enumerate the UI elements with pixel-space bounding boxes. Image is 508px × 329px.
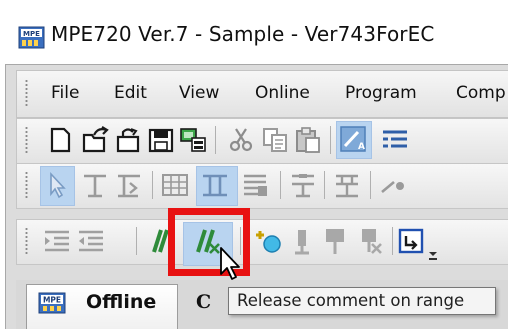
window-title: MPE720 Ver.7 - Sample - Ver743ForEC [51, 22, 435, 46]
register-icon [244, 174, 267, 196]
svg-text:MPE: MPE [23, 30, 40, 38]
cut-icon [229, 128, 253, 152]
indent-icon [45, 230, 69, 252]
toolbar-separator [136, 227, 137, 255]
outdent-icon [79, 230, 103, 252]
select-pointer-icon[interactable] [42, 170, 72, 200]
vertical-line-icon [336, 174, 358, 198]
add-element-icon[interactable] [252, 226, 282, 256]
toolbar-separator [152, 171, 153, 199]
coil-icon[interactable] [200, 170, 230, 200]
toolbar-separator [215, 126, 216, 154]
branch-icon [292, 174, 314, 198]
find-replace-icon[interactable]: A [338, 124, 368, 154]
open-project-icon[interactable] [114, 125, 144, 155]
save-icon[interactable] [146, 125, 176, 155]
toolbar-separator [280, 171, 281, 199]
menu-bar-grip[interactable] [25, 79, 28, 107]
open-icon[interactable] [80, 125, 110, 155]
delete-icon [362, 229, 382, 254]
tab-offline-label: Offline [86, 291, 157, 313]
menu-compile[interactable]: Comp [456, 83, 506, 103]
svg-text:A: A [358, 142, 365, 152]
pin-icon [326, 229, 344, 254]
contact-add-icon [118, 174, 140, 198]
menu-program[interactable]: Program [345, 83, 417, 103]
connector-icon [295, 230, 309, 255]
toolbar-separator [392, 227, 393, 255]
menu-view[interactable]: View [179, 83, 219, 103]
connect-icon[interactable] [178, 125, 208, 155]
mouse-cursor-icon [220, 247, 240, 280]
toolbar-separator [370, 171, 371, 199]
copy-icon [263, 128, 287, 152]
menu-file[interactable]: File [51, 83, 79, 103]
menu-edit[interactable]: Edit [114, 83, 147, 103]
standard-toolbar-grip[interactable] [25, 126, 28, 154]
toolbar-separator [330, 126, 331, 154]
new-document-icon[interactable] [44, 125, 74, 155]
tab-second-label[interactable]: C [196, 291, 211, 313]
grid-icon [162, 174, 188, 196]
edit-toolbar-grip[interactable] [25, 227, 28, 255]
list-icon[interactable] [380, 125, 410, 155]
mpe-tab-icon: MPE [38, 292, 66, 314]
svg-text:MPE: MPE [43, 296, 61, 305]
jump-icon[interactable] [396, 226, 426, 256]
toolbar-separator [324, 171, 325, 199]
ladder-toolbar-grip[interactable] [25, 171, 28, 199]
menu-online[interactable]: Online [255, 83, 310, 103]
application-window: MPE MPE720 Ver.7 - Sample - Ver743ForEC … [0, 0, 508, 329]
tooltip: Release comment on range [228, 287, 496, 315]
paste-icon [296, 127, 320, 153]
contact-icon [84, 174, 106, 198]
toolbar-overflow-icon[interactable] [428, 246, 438, 262]
app-icon: MPE [18, 26, 45, 49]
line-icon [381, 181, 404, 193]
